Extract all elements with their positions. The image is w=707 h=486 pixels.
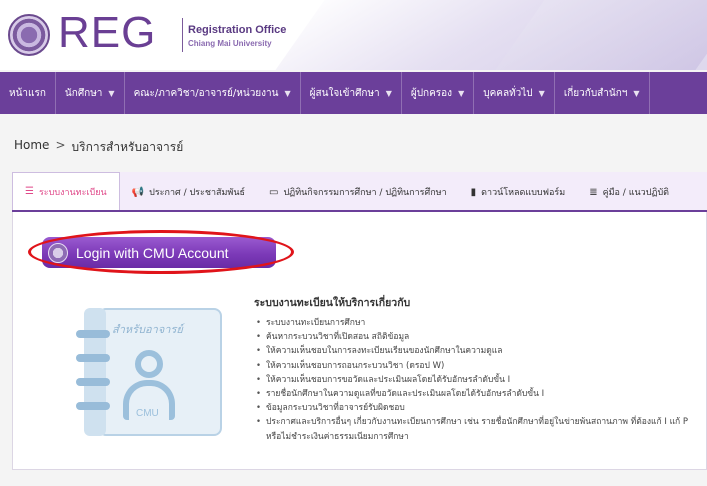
- list-item: ค้นหากระบวนวิชาที่เปิดสอน สถิติข้อมูล: [254, 330, 704, 344]
- breadcrumb-separator: >: [55, 138, 66, 152]
- tab-label: ประกาศ / ประชาสัมพันธ์: [149, 188, 246, 198]
- nav-item-label: หน้าแรก: [9, 87, 46, 99]
- nav-item-parents[interactable]: ผู้ปกครอง ▼: [402, 72, 475, 114]
- chevron-down-icon: ▼: [284, 88, 291, 98]
- nav-item-home[interactable]: หน้าแรก: [0, 72, 56, 114]
- calendar-icon: ▭: [269, 186, 279, 198]
- nav-item-faculty[interactable]: คณะ/ภาควิชา/อาจารย์/หน่วยงาน ▼: [125, 72, 301, 114]
- notebook-badge: CMU: [136, 408, 159, 419]
- chevron-down-icon: ▼: [458, 88, 465, 98]
- chevron-down-icon: ▼: [538, 88, 545, 98]
- megaphone-icon: 📢: [131, 186, 145, 198]
- notebook-title: สำหรับอาจารย์: [112, 323, 183, 336]
- service-list: ระบบงานทะเบียนการศึกษา ค้นหากระบวนวิชาที…: [254, 316, 704, 444]
- tab-calendar[interactable]: ▭ ปฏิทินกิจกรรมการศึกษา / ปฏิทินการศึกษา: [257, 174, 459, 210]
- nav-item-label: คณะ/ภาควิชา/อาจารย์/หน่วยงาน: [133, 87, 279, 99]
- chevron-down-icon: ▼: [108, 88, 115, 98]
- person-head-icon: [135, 350, 163, 378]
- nav-item-label: ผู้ปกครอง: [410, 87, 453, 99]
- nav-item-label: นักศึกษา: [64, 87, 103, 99]
- tab-label: คู่มือ / แนวปฏิบัติ: [602, 188, 670, 198]
- logo-subtitle-1: Registration Office: [188, 24, 287, 36]
- tab-announcements[interactable]: 📢 ประกาศ / ประชาสัมพันธ์: [120, 174, 257, 210]
- list-item: ระบบงานทะเบียนการศึกษา: [254, 316, 704, 330]
- notebook-ring-icon: [76, 402, 110, 410]
- notebook-ring-icon: [76, 378, 110, 386]
- list-item: ให้ความเห็นชอบการขอวัดและประเมินผลโดยได้…: [254, 373, 704, 387]
- main-nav: หน้าแรก นักศึกษา ▼ คณะ/ภาควิชา/อาจารย์/ห…: [0, 72, 707, 114]
- list-item: ข้อมูลกระบวนวิชาที่อาจารย์รับผิดชอบ: [254, 401, 704, 415]
- nav-item-about[interactable]: เกี่ยวกับสำนักฯ ▼: [555, 72, 650, 114]
- chevron-down-icon: ▼: [633, 88, 640, 98]
- logo-subtitle-2: Chiang Mai University: [188, 39, 272, 48]
- service-info: ระบบงานทะเบียนให้บริการเกี่ยวกับ ระบบงาน…: [254, 294, 704, 444]
- service-info-heading: ระบบงานทะเบียนให้บริการเกี่ยวกับ: [254, 297, 411, 309]
- teacher-notebook-illustration: สำหรับอาจารย์ CMU: [72, 308, 222, 436]
- nav-item-prospective[interactable]: ผู้สนใจเข้าศึกษา ▼: [301, 72, 402, 114]
- tab-registration-system[interactable]: ☰ ระบบงานทะเบียน: [12, 172, 120, 210]
- tab-label: ดาวน์โหลดแบบฟอร์ม: [481, 188, 566, 198]
- site-header: REG Registration Office Chiang Mai Unive…: [0, 0, 707, 70]
- breadcrumb-home-link[interactable]: Home: [14, 138, 49, 157]
- notebook-ring-icon: [76, 330, 110, 338]
- document-icon: ▮: [470, 186, 477, 198]
- login-cmu-account-button[interactable]: Login with CMU Account: [42, 237, 276, 268]
- cmu-logo-icon: [48, 242, 68, 263]
- list-item: ประกาศและบริการอื่นๆ เกี่ยวกับงานทะเบียน…: [254, 415, 704, 443]
- tab-bar: ☰ ระบบงานทะเบียน 📢 ประกาศ / ประชาสัมพันธ…: [12, 172, 707, 212]
- chevron-down-icon: ▼: [385, 88, 392, 98]
- tab-label: ระบบงานทะเบียน: [38, 187, 107, 198]
- logo-text[interactable]: REG: [58, 8, 156, 58]
- tab-manuals[interactable]: ≣ คู่มือ / แนวปฏิบัติ: [577, 174, 681, 210]
- nav-item-label: บุคคลทั่วไป: [483, 87, 533, 99]
- nav-item-label: เกี่ยวกับสำนักฯ: [563, 87, 628, 99]
- nav-item-label: ผู้สนใจเข้าศึกษา: [309, 87, 380, 99]
- nav-item-public[interactable]: บุคคลทั่วไป ▼: [474, 72, 555, 114]
- breadcrumb: Home > บริการสำหรับอาจารย์: [14, 138, 183, 157]
- breadcrumb-current: บริการสำหรับอาจารย์: [71, 140, 184, 154]
- nav-item-students[interactable]: นักศึกษา ▼: [56, 72, 125, 114]
- login-button-label: Login with CMU Account: [76, 244, 229, 261]
- tab-label: ปฏิทินกิจกรรมการศึกษา / ปฏิทินการศึกษา: [283, 188, 447, 198]
- list-icon: ≣: [589, 186, 598, 198]
- list-item: ให้ความเห็นชอบการถอนกระบวนวิชา (ดรอป W): [254, 359, 704, 373]
- database-icon: ☰: [25, 186, 34, 197]
- cmu-seal-logo-icon[interactable]: [8, 14, 50, 56]
- notebook-ring-icon: [76, 354, 110, 362]
- list-item: ให้ความเห็นชอบในการลงทะเบียนเรียนของนักศ…: [254, 344, 704, 358]
- list-item: รายชื่อนักศึกษาในความดูแลที่ขอวัดและประเ…: [254, 387, 704, 401]
- notebook-spine: [84, 308, 106, 436]
- tab-download-forms[interactable]: ▮ ดาวน์โหลดแบบฟอร์ม: [459, 174, 578, 210]
- logo-divider: [182, 18, 183, 52]
